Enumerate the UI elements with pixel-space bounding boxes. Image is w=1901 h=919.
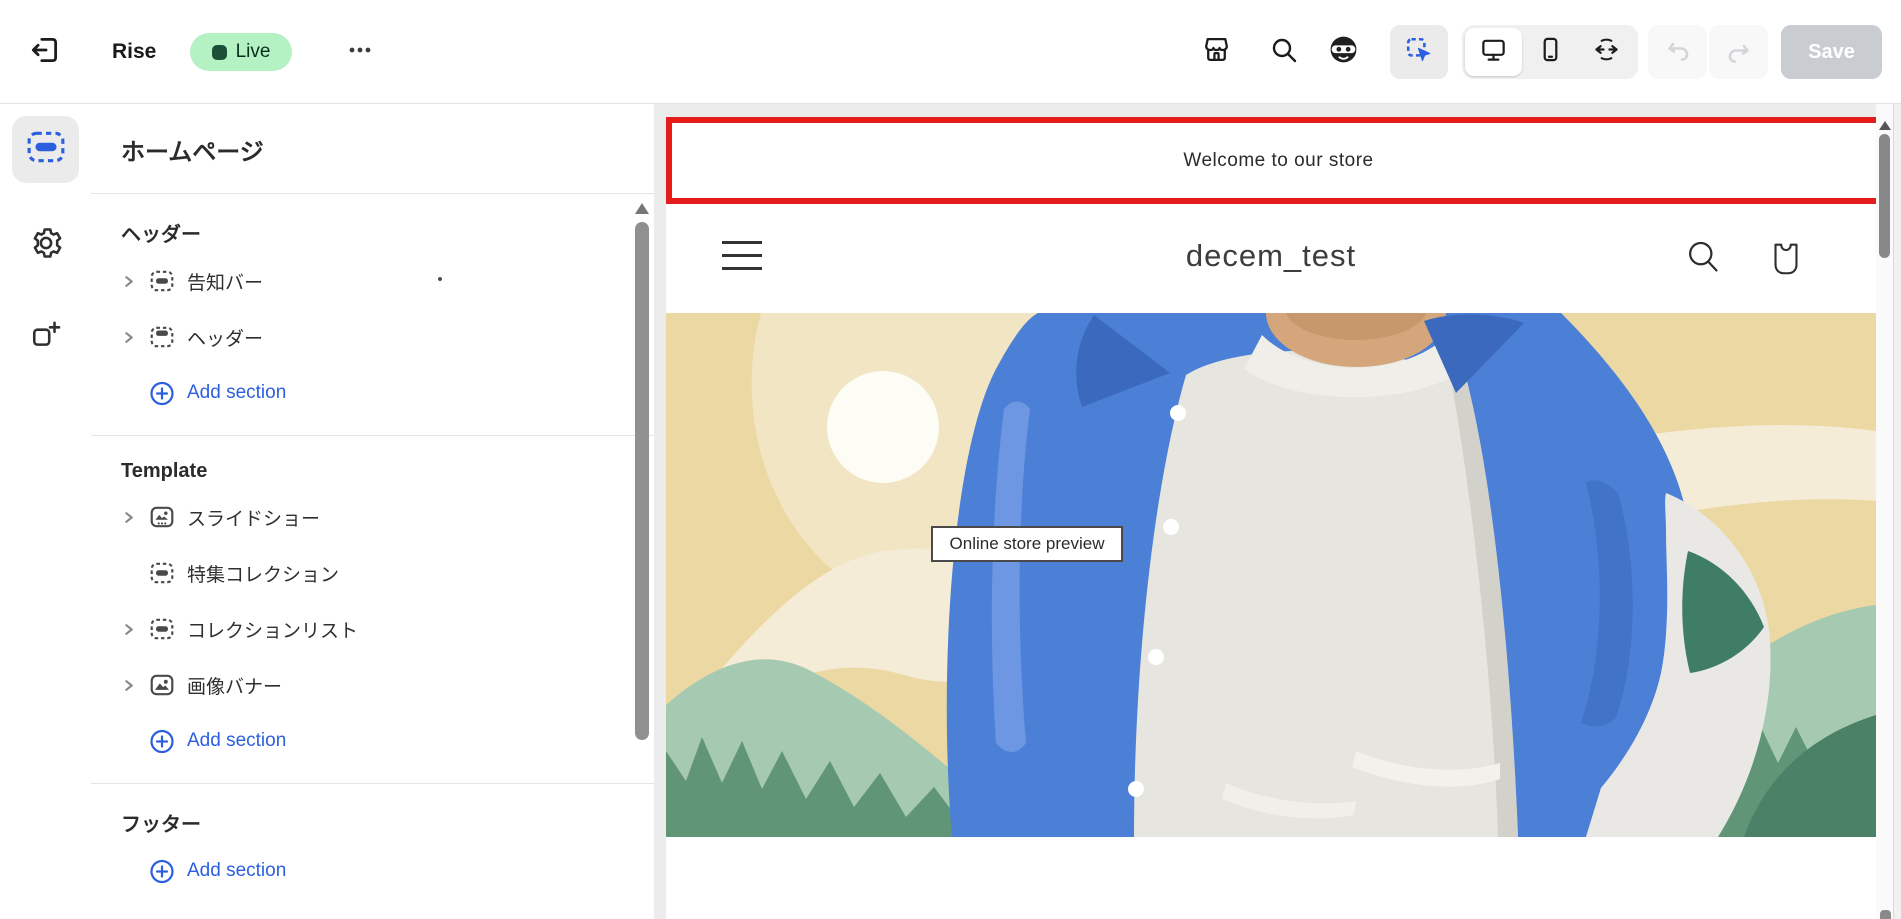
section-label: 特集コレクション bbox=[187, 560, 339, 587]
left-icon-rail bbox=[0, 104, 91, 919]
sidebar-section-row[interactable]: 特集コレクション bbox=[91, 545, 654, 601]
inspect-section-button[interactable] bbox=[1390, 25, 1448, 79]
group-heading: Template bbox=[91, 444, 654, 489]
theme-name: Rise bbox=[112, 38, 156, 66]
slideshow-icon bbox=[149, 504, 175, 530]
section-label: Add section bbox=[187, 860, 286, 882]
live-status-badge: Live bbox=[190, 33, 292, 71]
incognito-icon bbox=[1328, 34, 1359, 70]
sidebar-section-row[interactable]: 画像バナー bbox=[91, 657, 654, 713]
section-label: コレクションリスト bbox=[187, 616, 358, 643]
cursor-dot bbox=[438, 277, 442, 281]
hero-illustration bbox=[666, 313, 1876, 837]
redo-icon bbox=[1725, 38, 1753, 66]
mobile-icon bbox=[1536, 35, 1565, 69]
exit-editor-button[interactable] bbox=[17, 25, 73, 79]
app-embeds-icon bbox=[30, 319, 62, 356]
section-group: フッター Add section bbox=[91, 784, 654, 913]
live-dot-icon bbox=[212, 45, 227, 60]
sections-icon bbox=[26, 129, 66, 170]
page-title: ホームページ bbox=[91, 104, 654, 193]
group-heading: フッター bbox=[91, 792, 654, 843]
add-section-button[interactable]: Add section bbox=[91, 843, 654, 899]
add-circle-icon bbox=[149, 858, 175, 885]
save-button[interactable]: Save bbox=[1781, 25, 1882, 79]
online-store-preview-tooltip: Online store preview bbox=[931, 526, 1123, 562]
preview-scrollbar-bottom-thumb[interactable] bbox=[1880, 910, 1891, 919]
add-section-button[interactable]: Add section bbox=[91, 365, 654, 421]
rail-sections-tab[interactable] bbox=[12, 116, 79, 183]
redo-button[interactable] bbox=[1709, 25, 1768, 79]
preview-scroll-up-arrow[interactable] bbox=[1879, 121, 1891, 130]
sidebar-section-row[interactable]: スライドショー bbox=[91, 489, 654, 545]
section-group: Template スライドショー特集コレクションコレクションリスト画像バナー Add… bbox=[91, 436, 654, 783]
rail-app-embeds-tab[interactable] bbox=[12, 304, 79, 371]
panel-preview-gap bbox=[654, 104, 666, 919]
fullscreen-view-button[interactable] bbox=[1578, 28, 1635, 76]
sidebar-section-row[interactable]: ヘッダー bbox=[91, 309, 654, 365]
undo-button[interactable] bbox=[1648, 25, 1707, 79]
announcement-bar-section[interactable]: Welcome to our store bbox=[666, 117, 1891, 204]
storefront-search-icon[interactable] bbox=[1684, 238, 1722, 281]
overflow-menu-button[interactable] bbox=[332, 25, 388, 79]
section-label: Add section bbox=[187, 730, 286, 752]
sidebar-scrollbar[interactable] bbox=[635, 222, 649, 740]
chevron-right-icon[interactable] bbox=[121, 330, 143, 345]
topbar: Rise Live bbox=[0, 0, 1901, 104]
add-circle-icon bbox=[149, 728, 175, 755]
fullscreen-icon bbox=[1592, 35, 1621, 69]
desktop-icon bbox=[1479, 35, 1508, 69]
section-label: 告知バー bbox=[187, 268, 263, 295]
search-button[interactable] bbox=[1256, 25, 1312, 79]
group-heading: ヘッダー bbox=[91, 202, 654, 253]
search-icon bbox=[1269, 35, 1299, 70]
section-group: ヘッダー告知バーヘッダーAdd section bbox=[91, 194, 654, 435]
chevron-right-icon[interactable] bbox=[121, 510, 143, 525]
chevron-right-icon[interactable] bbox=[121, 622, 143, 637]
header-section-icon bbox=[149, 324, 175, 350]
add-circle-icon bbox=[149, 380, 175, 407]
add-section-button[interactable]: Add section bbox=[91, 713, 654, 769]
image-banner-icon bbox=[149, 672, 175, 698]
image-banner-section[interactable] bbox=[666, 313, 1876, 837]
chevron-right-icon[interactable] bbox=[121, 678, 143, 693]
store-icon bbox=[1201, 34, 1232, 70]
exit-icon bbox=[28, 33, 62, 72]
storefront-cart-icon[interactable] bbox=[1766, 238, 1806, 283]
mobile-view-button[interactable] bbox=[1522, 28, 1579, 76]
undo-icon bbox=[1664, 36, 1692, 69]
settings-gear-icon bbox=[28, 225, 64, 266]
section-icon bbox=[149, 560, 175, 586]
announcement-text: Welcome to our store bbox=[1183, 150, 1373, 172]
live-label: Live bbox=[236, 41, 271, 63]
sidebar-section-row[interactable]: 告知バー bbox=[91, 253, 654, 309]
section-groups: ヘッダー告知バーヘッダーAdd sectionTemplateスライドショー特集… bbox=[91, 194, 654, 913]
section-label: 画像バナー bbox=[187, 672, 282, 699]
preview-scrollbar-track[interactable] bbox=[1876, 104, 1894, 919]
section-icon bbox=[149, 616, 175, 642]
preview-scrollbar-thumb[interactable] bbox=[1879, 134, 1890, 258]
chevron-right-icon[interactable] bbox=[121, 274, 143, 289]
inspector-icon bbox=[1405, 36, 1433, 69]
section-label: スライドショー bbox=[187, 504, 320, 531]
storefront-header: decem_test bbox=[666, 204, 1876, 313]
preview-as-customer-button[interactable] bbox=[1315, 25, 1371, 79]
online-store-button[interactable] bbox=[1188, 25, 1244, 79]
sections-panel: ホームページ ヘッダー告知バーヘッダーAdd sectionTemplateスラ… bbox=[91, 104, 654, 919]
section-label: ヘッダー bbox=[187, 324, 263, 351]
sidebar-scroll-up-arrow[interactable] bbox=[635, 203, 649, 214]
sidebar-section-row[interactable]: コレクションリスト bbox=[91, 601, 654, 657]
section-icon bbox=[149, 268, 175, 294]
online-store-preview: Welcome to our store decem_test bbox=[666, 104, 1901, 919]
window-edge bbox=[1894, 104, 1901, 919]
section-label: Add section bbox=[187, 382, 286, 404]
device-preview-toggle bbox=[1462, 25, 1638, 79]
desktop-view-button[interactable] bbox=[1465, 28, 1522, 76]
overflow-menu-icon bbox=[346, 36, 374, 69]
rail-theme-settings-tab[interactable] bbox=[12, 212, 79, 279]
history-controls bbox=[1648, 25, 1768, 79]
